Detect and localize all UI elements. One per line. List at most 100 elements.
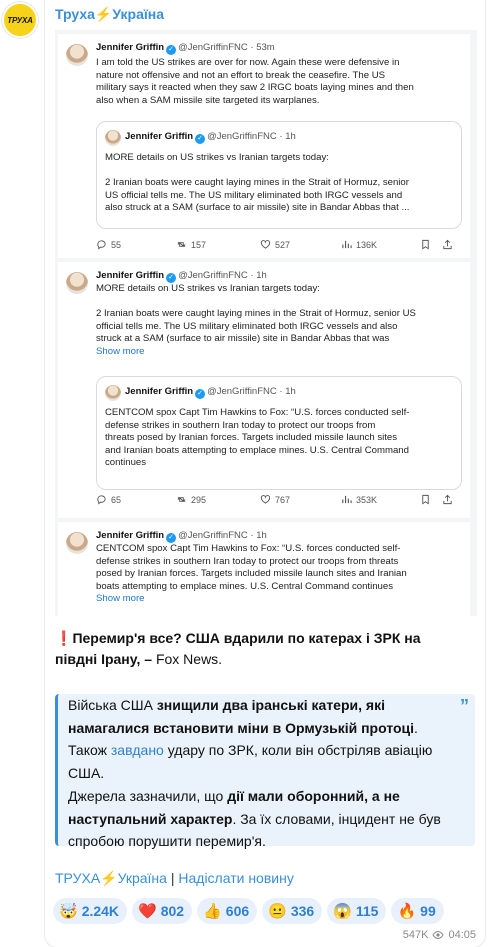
heart-icon [260,495,271,504]
tweet-header: Jennifer Griffin ✓ @JenGriffinFNC · 1h [96,530,267,543]
views-action[interactable]: 136K [341,239,377,250]
like-action[interactable]: 767 [260,494,290,505]
reaction-exploding-head[interactable]: 🤯 2.24K [53,898,128,924]
reaction-heart[interactable]: ❤️ 802 [132,898,193,924]
heart-icon [260,240,271,249]
reaction-scream[interactable]: 😱 115 [327,898,387,924]
tweet-time: 53m [256,42,275,53]
reaction-count: 606 [225,903,250,919]
views-action[interactable]: 353K [341,494,377,505]
tweet-line: 2 Iranian boats were caught laying mines… [105,177,409,189]
headline-bold: Перемир'я все? США вдарили по катерах і … [55,630,421,667]
tweet-text: MORE details on US strikes vs Iranian ta… [96,283,416,359]
tweet-text: CENTCOM spox Capt Tim Hawkins to Fox: “U… [96,543,407,606]
tweet-line: also when a SAM missile site targeted it… [96,94,320,106]
neutral-face-icon: 😐 [268,903,287,920]
tweet-line: boats attempting to emplace mines. U.S. … [96,580,394,592]
tweet-text: I am told the US strikes are over for no… [96,57,414,107]
retweet-icon [177,497,186,502]
share-icon [443,494,452,505]
tweet-time: 1h [285,386,296,397]
like-action[interactable]: 527 [260,239,290,250]
view-count: 353K [356,494,378,505]
reaction-count: 2.24K [81,903,120,919]
verified-icon: ✓ [166,273,177,283]
reaction-thumbs-up[interactable]: 👍 606 [197,898,258,924]
tweet-line: I am told the US strikes are over for no… [96,57,400,68]
retweet-action[interactable]: 295 [176,494,206,505]
heart-icon: ❤️ [138,903,157,920]
submit-news-link[interactable]: Надіслати новину [178,870,293,886]
author-name: Jennifer Griffin [96,530,165,541]
channel-signature: ТРУХА⚡Україна | Надіслати новину [55,870,294,887]
reply-action[interactable]: 55 [96,239,121,250]
tweet-header: Jennifer Griffin ✓ @JenGriffinFNC · 53m [96,42,275,55]
text-run: . [414,719,418,736]
tweet-line: continues [105,457,147,469]
tweet-line: nature not offensive and not an effort t… [96,69,386,81]
author-name: Jennifer Griffin [125,386,194,397]
eye-icon [432,930,445,940]
channel-name[interactable]: Труха⚡Україна [55,6,164,23]
tweet-actions: 55 157 527 136K [96,239,462,253]
tweet-actions: 65 295 767 353K [96,494,462,508]
reaction-fire[interactable]: 🔥 99 [391,898,444,924]
view-count: 136K [356,239,378,250]
verified-icon: ✓ [166,45,177,55]
text-run: Війська США [68,697,157,713]
exploding-head-icon: 🤯 [59,903,78,920]
author-avatar [105,385,121,401]
quoted-text: CENTCOM spox Capt Tim Hawkins to Fox: “U… [105,407,455,470]
author-handle: @JenGriffinFNC [178,42,248,53]
verified-icon: ✓ [195,389,206,399]
channel-link[interactable]: ТРУХА⚡Україна [55,870,167,886]
blockquote-text: Війська США знищили два іранські катери,… [68,694,458,853]
reaction-count: 336 [290,903,315,919]
author-avatar [66,532,88,554]
tweet-line: defense strikes in southern Iran today t… [96,555,399,567]
tweet-line: MORE details on US strikes vs Iranian ta… [96,283,320,294]
bookmark-action[interactable] [420,494,431,505]
tweet-line: CENTCOM spox Capt Tim Hawkins to Fox: “U… [105,407,410,418]
verified-icon: ✓ [166,533,177,543]
tweet-screenshot[interactable]: Jennifer Griffin ✓ @JenGriffinFNC · 53m I … [55,30,477,616]
reaction-neutral-face[interactable]: 😐 336 [262,898,323,924]
reply-action[interactable]: 65 [96,494,121,505]
message-time: 04:05 [448,929,476,941]
view-count: 547K [402,929,429,941]
verified-icon: ✓ [195,134,206,144]
thumbs-up-icon: 👍 [203,903,222,920]
avatar-logo-text: ТРУХА [7,15,33,25]
tweet-header: Jennifer Griffin ✓ @JenGriffinFNC · 1h [125,386,296,399]
reply-icon [97,240,106,250]
quoted-tweet: Jennifer Griffin ✓ @JenGriffinFNC · 1h CEN… [96,376,462,490]
retweet-action[interactable]: 157 [176,239,206,250]
reply-icon [97,495,106,505]
retweet-count: 295 [191,494,207,505]
tweet-line: military says it reacted when they saw 2… [96,82,414,94]
bookmark-action[interactable] [420,239,431,250]
share-icon [443,239,452,250]
channel-avatar[interactable]: ТРУХА [2,2,38,38]
tweet-line: defense strikes in southern Iran today t… [105,419,376,431]
author-handle: @JenGriffinFNC [178,270,248,281]
message-headline: ❗Перемир'я все? США вдарили по катерах і… [55,628,465,670]
like-count: 767 [275,494,291,505]
show-more-link[interactable]: Show more [96,593,407,606]
text-run: Джерела зазначили, що [68,787,228,804]
author-name: Jennifer Griffin [96,42,165,53]
tweet-line: official tells me. The US military elimi… [96,320,398,332]
share-action[interactable] [442,239,453,250]
author-avatar [105,130,121,146]
bookmark-icon [422,494,429,505]
inline-link[interactable]: завдано [111,742,164,758]
author-handle: @JenGriffinFNC [178,530,248,541]
tweet-line: also struck at a SAM (surface to air mis… [105,202,410,214]
tweet-card: Jennifer Griffin ✓ @JenGriffinFNC · 53m I … [58,34,470,258]
show-more-link[interactable]: Show more [96,346,416,359]
reply-count: 65 [111,494,122,505]
share-action[interactable] [442,494,453,505]
tweet-header: Jennifer Griffin ✓ @JenGriffinFNC · 1h [125,131,296,144]
